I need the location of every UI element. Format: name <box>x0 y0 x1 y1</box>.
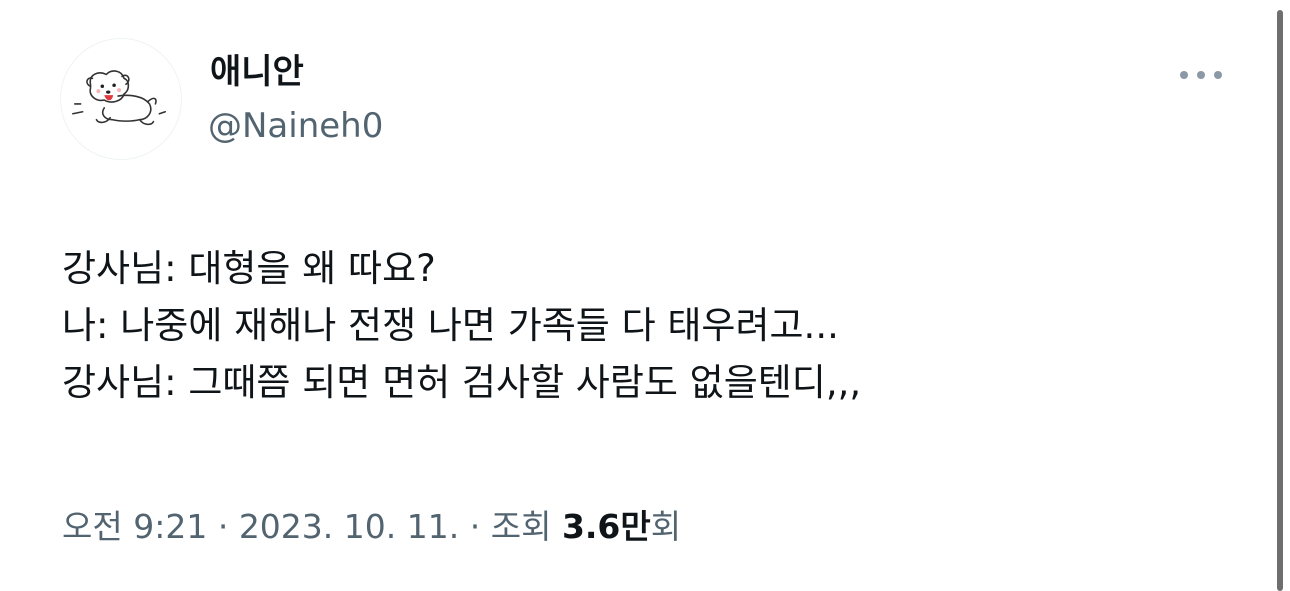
scrollbar-thumb[interactable] <box>1277 10 1283 591</box>
tweet-meta: 오전 9:21 · 2023. 10. 11. · 조회 3.6만회 <box>62 505 681 549</box>
display-name[interactable]: 애니안 <box>210 50 304 94</box>
views-suffix: 회 <box>650 507 682 546</box>
views-label: 조회 <box>490 507 562 546</box>
tweet-card: 애니안 @Naineh0 강사님: 대형을 왜 따요? 나: 나중에 재해나 전… <box>0 0 1270 591</box>
tweet-time[interactable]: 오전 9:21 <box>62 507 207 546</box>
avatar[interactable] <box>60 38 182 160</box>
more-horizontal-icon <box>1180 71 1222 79</box>
tweet-text: 강사님: 대형을 왜 따요? 나: 나중에 재해나 전쟁 나면 가족들 다 태우… <box>62 240 861 411</box>
meta-separator: · <box>207 507 239 546</box>
more-options-button[interactable] <box>1176 60 1226 90</box>
views-count[interactable]: 3.6만 <box>562 507 651 546</box>
scrollbar[interactable] <box>1270 0 1290 591</box>
dog-avatar-icon <box>72 70 167 126</box>
meta-separator: · <box>459 507 491 546</box>
user-handle[interactable]: @Naineh0 <box>208 104 383 148</box>
tweet-date[interactable]: 2023. 10. 11. <box>239 507 459 546</box>
tweet-line: 강사님: 대형을 왜 따요? <box>62 247 436 290</box>
tweet-line: 강사님: 그때쯤 되면 면허 검사할 사람도 없을텐디,,, <box>62 361 862 404</box>
tweet-line: 나: 나중에 재해나 전쟁 나면 가족들 다 태우려고... <box>62 304 839 347</box>
